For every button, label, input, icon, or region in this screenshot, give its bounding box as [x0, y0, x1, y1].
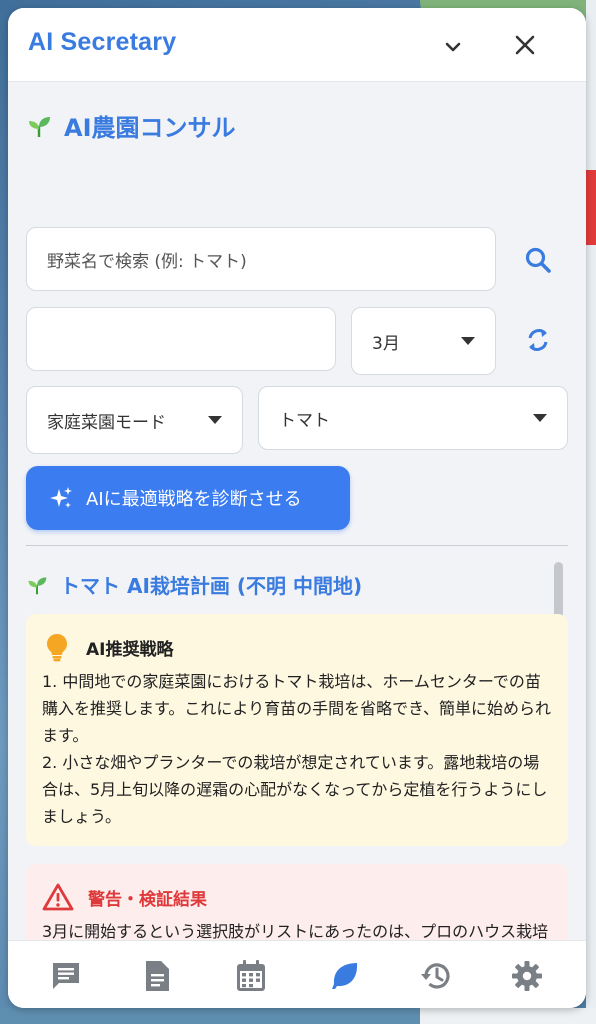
settings-icon [512, 961, 542, 991]
history-icon [421, 963, 450, 989]
nav-farm[interactable] [326, 957, 364, 995]
divider [26, 545, 568, 546]
app-title: AI Secretary [28, 28, 177, 56]
month-select-value: 3月 [372, 333, 400, 354]
section-title: AI農園コンサル [26, 108, 236, 143]
warning-icon [42, 883, 74, 911]
recommendation-card: AI推奨戦略 1. 中間地での家庭菜園におけるトマト栽培は、ホームセンターでの苗… [26, 614, 568, 846]
refresh-button[interactable] [520, 322, 556, 358]
sparkle-icon [50, 487, 72, 508]
background-decoration [420, 1008, 596, 1024]
caret-down-icon [208, 416, 222, 424]
chevron-down-icon [445, 42, 461, 52]
warning-heading: 警告・検証結果 [88, 889, 207, 910]
panel-header: AI Secretary [8, 8, 586, 82]
close-button[interactable] [508, 28, 542, 62]
sprout-icon [28, 576, 47, 594]
diagnose-button[interactable]: AIに最適戦略を診断させる [26, 466, 350, 530]
nav-documents[interactable] [138, 957, 176, 995]
warning-card: 警告・検証結果 3月に開始するという選択肢がリストにあったのは、プロのハウス栽培… [26, 864, 568, 940]
calendar-icon [237, 960, 265, 991]
month-select[interactable]: 3月 [351, 307, 496, 375]
nav-settings[interactable] [508, 957, 546, 995]
location-input[interactable] [26, 307, 336, 371]
search-icon [525, 247, 551, 273]
diagnose-button-label: AIに最適戦略を診断させる [86, 489, 302, 510]
lightbulb-icon [47, 634, 67, 662]
background-decoration [586, 170, 596, 245]
search-button[interactable] [520, 242, 556, 278]
caret-down-icon [461, 337, 475, 345]
recommendation-heading: AI推奨戦略 [86, 639, 174, 660]
panel-content: AI農園コンサル 野菜名で検索 (例: トマト) 3月 家庭菜園モード トマト … [8, 82, 586, 940]
collapse-button[interactable] [436, 30, 470, 64]
bottom-navigation [8, 940, 586, 1008]
caret-down-icon [533, 414, 547, 422]
section-title-text: AI農園コンサル [64, 114, 236, 142]
vegetable-search-input[interactable]: 野菜名で検索 (例: トマト) [26, 227, 496, 291]
warning-body: 3月に開始するという選択肢がリストにあったのは、プロのハウス栽培向け作型が含まれ… [42, 922, 549, 940]
nav-chat[interactable] [47, 957, 85, 995]
refresh-icon [528, 329, 548, 351]
vegetable-select-value: トマト [279, 410, 330, 431]
recommendation-header: AI推奨戦略 [42, 632, 552, 662]
leaf-icon [332, 963, 358, 989]
vegetable-select[interactable]: トマト [258, 386, 568, 450]
plan-title: トマト AI栽培計画 (不明 中間地) [26, 570, 362, 599]
recommendation-body: 1. 中間地での家庭菜園におけるトマト栽培は、ホームセンターでの苗購入を推奨しま… [42, 672, 551, 826]
document-icon [146, 961, 169, 991]
results-area[interactable]: トマト AI栽培計画 (不明 中間地) AI推奨戦略 1. 中間地での家庭菜園に… [8, 552, 586, 940]
search-placeholder: 野菜名で検索 (例: トマト) [47, 251, 247, 272]
warning-header: 警告・検証結果 [42, 882, 552, 912]
plan-title-text: トマト AI栽培計画 (不明 中間地) [60, 574, 363, 598]
background-decoration [586, 0, 596, 1024]
close-icon [515, 35, 535, 55]
sprout-icon [29, 116, 50, 137]
ai-secretary-panel: AI Secretary AI農園コンサル 野菜名で検索 (例: トマト) 3月… [8, 8, 586, 1008]
mode-select-value: 家庭菜園モード [47, 412, 166, 433]
nav-calendar[interactable] [232, 957, 270, 995]
mode-select[interactable]: 家庭菜園モード [26, 386, 243, 454]
nav-history[interactable] [417, 957, 455, 995]
chat-icon [53, 963, 79, 989]
